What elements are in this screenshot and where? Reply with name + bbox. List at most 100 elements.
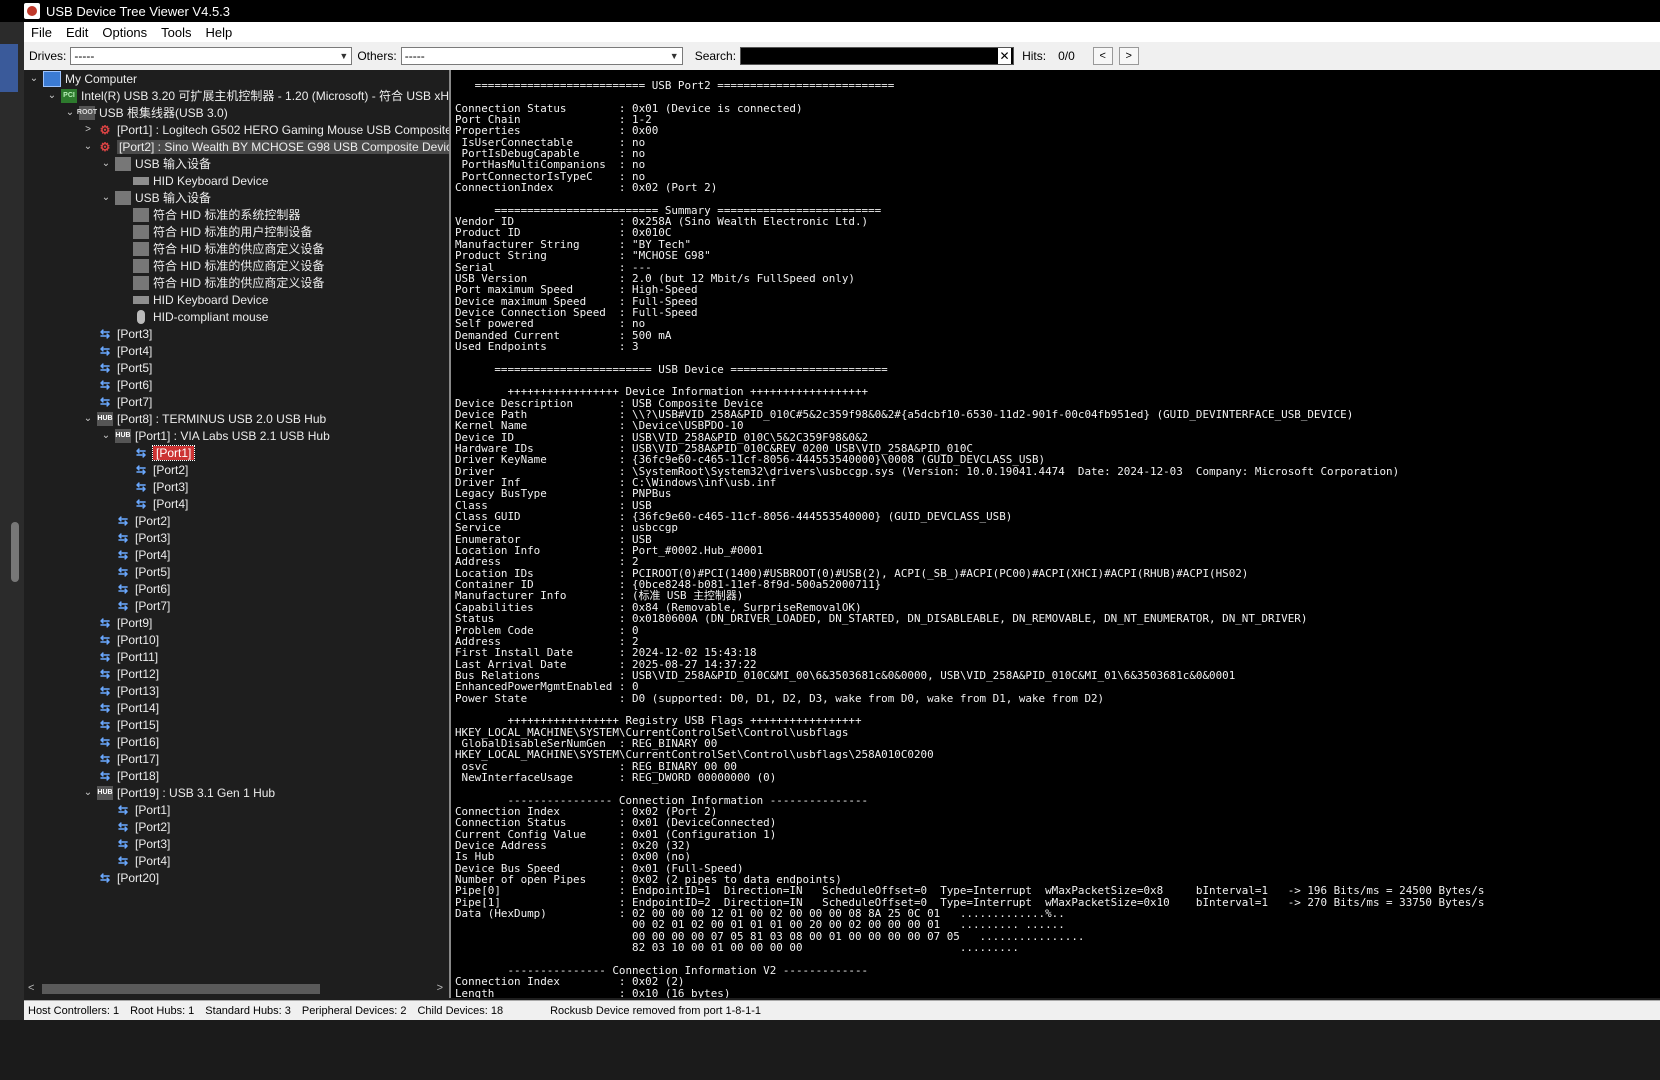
- tree-node-label: My Computer: [65, 71, 138, 86]
- prev-hit-button[interactable]: <: [1092, 47, 1113, 65]
- search-input[interactable]: ✕: [740, 47, 1015, 65]
- tree-node[interactable]: ⇆ [Port12]: [82, 665, 159, 682]
- tree-node[interactable]: ⇆ [Port7]: [100, 597, 170, 614]
- tree-node[interactable]: ⇆ [Port18]: [82, 767, 159, 784]
- tree-node[interactable]: ⇆ [Port3]: [82, 325, 152, 342]
- tree-node[interactable]: HID-compliant mouse: [118, 308, 268, 325]
- tree-node-label: [Port2]: [153, 462, 189, 477]
- detail-pane[interactable]: ========================== USB Port2 ===…: [451, 70, 1660, 998]
- tree-node-label: [Port9]: [117, 615, 153, 630]
- tree-node[interactable]: ⇆ [Port3]: [118, 478, 188, 495]
- collapse-icon[interactable]: ⌄: [100, 158, 112, 169]
- tree-node-label: [Port4]: [135, 547, 171, 562]
- menu-options[interactable]: Options: [95, 25, 154, 40]
- tree-node[interactable]: ⌄ USB 输入设备: [100, 189, 211, 206]
- tree-node[interactable]: ⇆ [Port1]: [100, 801, 170, 818]
- host-controller-icon: PCI: [61, 88, 77, 103]
- tree-node[interactable]: ⇆ [Port3]: [100, 529, 170, 546]
- collapse-icon[interactable]: ⌄: [82, 413, 94, 424]
- tree-horizontal-scrollbar[interactable]: < >: [24, 980, 449, 998]
- collapse-icon[interactable]: ⌄: [82, 141, 94, 152]
- menu-help[interactable]: Help: [199, 25, 240, 40]
- chevron-down-icon: ▼: [339, 51, 349, 61]
- tree-node[interactable]: ⇆ [Port10]: [82, 631, 159, 648]
- tree-node-label: 符合 HID 标准的系统控制器: [153, 208, 301, 222]
- usb-port-icon: ⇆: [117, 802, 129, 817]
- expand-icon[interactable]: >: [82, 124, 94, 135]
- side-tab[interactable]: [0, 44, 18, 92]
- tree-node[interactable]: ⇆ [Port2]: [118, 461, 188, 478]
- tree-node-label: [Port19] : USB 3.1 Gen 1 Hub: [117, 785, 276, 800]
- tree-node[interactable]: ⇆ [Port9]: [82, 614, 152, 631]
- tree-node[interactable]: ⌄ USB 输入设备: [100, 155, 211, 172]
- menu-tools[interactable]: Tools: [154, 25, 198, 40]
- tree-node[interactable]: ⇆ [Port4]: [118, 495, 188, 512]
- others-combo[interactable]: ----- ▼: [400, 47, 683, 65]
- device-tree[interactable]: ⌄ My Computer ⌄ PCI Intel(R) USB 3.20 可扩展主机控…: [24, 70, 451, 998]
- tree-node[interactable]: ⌄ HUB [Port19] : USB 3.1 Gen 1 Hub: [82, 784, 275, 801]
- drives-combo[interactable]: ----- ▼: [70, 47, 353, 65]
- tree-node-label: [Port3]: [135, 530, 171, 545]
- usb-port-icon: ⇆: [99, 394, 111, 409]
- next-hit-button[interactable]: >: [1118, 47, 1139, 65]
- menu-edit[interactable]: Edit: [59, 25, 95, 40]
- computer-icon: [43, 70, 61, 87]
- tree-node-label: [Port2]: [135, 513, 171, 528]
- collapse-icon[interactable]: ⌄: [28, 73, 40, 84]
- tree-node-label: [Port3]: [135, 836, 171, 851]
- tree-node-label: [Port8] : TERMINUS USB 2.0 USB Hub: [117, 411, 327, 426]
- tree-node[interactable]: HID Keyboard Device: [118, 291, 268, 308]
- tree-node-label: [Port1]: [135, 802, 171, 817]
- tree-node[interactable]: ⇆ [Port16]: [82, 733, 159, 750]
- collapse-icon[interactable]: ⌄: [46, 90, 58, 101]
- tree-node[interactable]: 符合 HID 标准的用户控制设备: [118, 223, 312, 240]
- tree-node-label: [Port16]: [117, 734, 160, 749]
- usb-port-icon: ⇆: [117, 581, 129, 596]
- tree-node[interactable]: 符合 HID 标准的供应商定义设备: [118, 240, 324, 257]
- usb-port-icon: ⇆: [99, 717, 111, 732]
- tree-node[interactable]: 符合 HID 标准的供应商定义设备: [118, 274, 324, 291]
- tree-node[interactable]: ⇆ [Port14]: [82, 699, 159, 716]
- collapse-icon[interactable]: ⌄: [82, 787, 94, 798]
- tree-node[interactable]: ⌄ HUB [Port8] : TERMINUS USB 2.0 USB Hub: [82, 410, 326, 427]
- tree-node[interactable]: ⇆ [Port6]: [82, 376, 152, 393]
- tree-node[interactable]: ⇆ [Port7]: [82, 393, 152, 410]
- tree-node[interactable]: ⇆ [Port4]: [82, 342, 152, 359]
- tree-node[interactable]: ⇆ [Port11]: [82, 648, 158, 665]
- tree-node[interactable]: ⇆ [Port17]: [82, 750, 159, 767]
- side-scroll-thumb[interactable]: [11, 522, 19, 582]
- tree-node[interactable]: ⇆ [Port4]: [100, 852, 170, 869]
- tree-node[interactable]: ⇆ [Port5]: [82, 359, 152, 376]
- scroll-right-icon[interactable]: >: [437, 982, 443, 994]
- tree-node[interactable]: ⇆ [Port1]: [118, 444, 196, 461]
- tree-node[interactable]: ⇆ [Port15]: [82, 716, 159, 733]
- usb-port-icon: ⇆: [135, 462, 147, 477]
- tree-node[interactable]: ⌄ My Computer: [28, 70, 137, 87]
- scroll-left-icon[interactable]: <: [28, 982, 34, 994]
- collapse-icon[interactable]: ⌄: [64, 107, 76, 118]
- tree-node[interactable]: ⇆ [Port13]: [82, 682, 159, 699]
- tree-node[interactable]: ⌄ PCI Intel(R) USB 3.20 可扩展主机控制器 - 1.20 (M…: [46, 87, 449, 104]
- tree-node[interactable]: > ⚙ [Port1] : Logitech G502 HERO Gaming Mo…: [82, 121, 449, 138]
- tree-node[interactable]: ⇆ [Port5]: [100, 563, 170, 580]
- tree-node[interactable]: ⌄ ⚙ [Port2] : Sino Wealth BY MCHOSE G98 US…: [82, 138, 449, 155]
- tree-node[interactable]: ⇆ [Port20]: [82, 869, 159, 886]
- tree-node[interactable]: ⌄ HUB [Port1] : VIA Labs USB 2.1 USB Hub: [100, 427, 330, 444]
- collapse-icon[interactable]: ⌄: [100, 192, 112, 203]
- hid-icon: [133, 224, 149, 239]
- tree-node[interactable]: ⇆ [Port6]: [100, 580, 170, 597]
- tree-node[interactable]: HID Keyboard Device: [118, 172, 268, 189]
- scroll-thumb[interactable]: [42, 984, 320, 994]
- clear-search-icon[interactable]: ✕: [998, 48, 1012, 64]
- tree-node[interactable]: 符合 HID 标准的供应商定义设备: [118, 257, 324, 274]
- tree-node[interactable]: 符合 HID 标准的系统控制器: [118, 206, 300, 223]
- tree-node[interactable]: ⇆ [Port4]: [100, 546, 170, 563]
- tree-node[interactable]: ⇆ [Port2]: [100, 512, 170, 529]
- tree-node[interactable]: ⌄ ROOT USB 根集线器(USB 3.0): [64, 104, 228, 121]
- menu-file[interactable]: File: [24, 25, 59, 40]
- tree-node[interactable]: ⇆ [Port2]: [100, 818, 170, 835]
- tree-node[interactable]: ⇆ [Port3]: [100, 835, 170, 852]
- collapse-icon[interactable]: ⌄: [100, 430, 112, 441]
- usb-port-icon: ⇆: [99, 768, 111, 783]
- input-device-icon: [115, 156, 131, 171]
